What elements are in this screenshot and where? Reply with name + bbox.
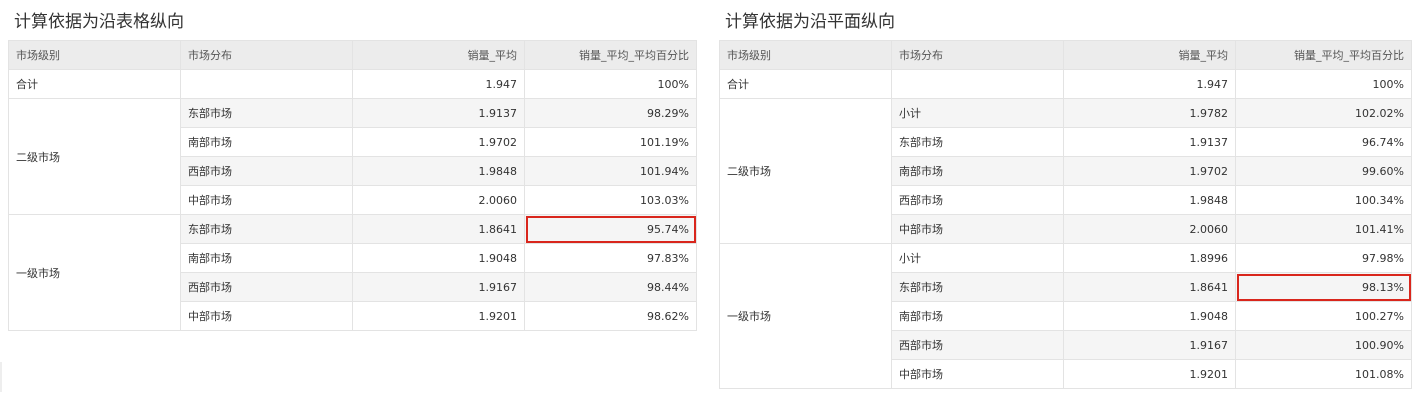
table-row-total: 合计 1.947 100% [8, 69, 697, 99]
cell-market-distribution: 东部市场 [891, 272, 1064, 302]
table-row: 二级市场 东部市场 1.9137 98.29% [8, 98, 697, 215]
cell-market-distribution: 东部市场 [180, 214, 353, 244]
cell-percent: 101.08% [1235, 359, 1412, 389]
header-market-distribution[interactable]: 市场分布 [891, 40, 1064, 70]
cell-total-distribution [180, 69, 353, 99]
cell-market-distribution: 中部市场 [180, 301, 353, 331]
cell-market-distribution: 中部市场 [891, 359, 1064, 389]
cell-percent: 99.60% [1235, 156, 1412, 186]
table-header-row: 市场级别 市场分布 销量_平均 销量_平均_平均百分比 [719, 40, 1412, 70]
cell-market-distribution: 中部市场 [891, 214, 1064, 244]
cell-total-percent: 100% [1235, 69, 1412, 99]
cell-market-level: 一级市场 [719, 243, 892, 389]
header-sales-average[interactable]: 销量_平均 [352, 40, 525, 70]
cell-sales-average: 1.8641 [1063, 272, 1236, 302]
panel-title-left: 计算依据为沿表格纵向 [14, 12, 184, 32]
cell-market-distribution: 南部市场 [891, 301, 1064, 331]
cell-sales-average: 1.9201 [352, 301, 525, 331]
cell-market-distribution: 中部市场 [180, 185, 353, 215]
cell-sales-average: 1.9048 [1063, 301, 1236, 331]
cell-percent: 101.94% [524, 156, 697, 186]
cell-percent: 98.62% [524, 301, 697, 331]
cell-market-distribution: 西部市场 [891, 185, 1064, 215]
cell-sales-average: 1.9167 [352, 272, 525, 302]
header-market-level[interactable]: 市场级别 [8, 40, 181, 70]
cell-percent: 101.19% [524, 127, 697, 157]
cell-total-percent: 100% [524, 69, 697, 99]
header-market-distribution[interactable]: 市场分布 [180, 40, 353, 70]
cell-sales-average: 1.8641 [352, 214, 525, 244]
panel-along-plane: 计算依据为沿平面纵向 市场级别 市场分布 销量_平均 销量_平均_平均百分比 合… [719, 0, 1412, 389]
cell-market-distribution: 西部市场 [891, 330, 1064, 360]
cell-sales-average: 1.8996 [1063, 243, 1236, 273]
cell-market-level: 二级市场 [8, 98, 181, 215]
panel-title-right: 计算依据为沿平面纵向 [725, 12, 895, 32]
cell-percent: 101.41% [1235, 214, 1412, 244]
cell-percent: 97.83% [524, 243, 697, 273]
header-sales-average-percent[interactable]: 销量_平均_平均百分比 [524, 40, 697, 70]
cell-percent-highlighted: 95.74% [524, 214, 697, 244]
cell-sales-average: 1.9167 [1063, 330, 1236, 360]
cell-market-distribution: 南部市场 [891, 156, 1064, 186]
cell-sales-average: 1.9137 [1063, 127, 1236, 157]
cell-percent: 98.44% [524, 272, 697, 302]
cell-total-distribution [891, 69, 1064, 99]
cell-market-distribution: 南部市场 [180, 243, 353, 273]
header-sales-average[interactable]: 销量_平均 [1063, 40, 1236, 70]
cell-market-distribution: 西部市场 [180, 272, 353, 302]
cell-total-label: 合计 [8, 69, 181, 99]
cell-market-distribution: 东部市场 [180, 98, 353, 128]
header-market-level[interactable]: 市场级别 [719, 40, 892, 70]
pivot-table-left: 市场级别 市场分布 销量_平均 销量_平均_平均百分比 合计 1.947 100% 二… [8, 40, 697, 331]
cell-sales-average: 1.9702 [1063, 156, 1236, 186]
cell-sales-average: 1.9848 [1063, 185, 1236, 215]
table-header-row: 市场级别 市场分布 销量_平均 销量_平均_平均百分比 [8, 40, 697, 70]
cell-percent: 96.74% [1235, 127, 1412, 157]
cell-percent: 100.27% [1235, 301, 1412, 331]
cell-market-level: 二级市场 [719, 98, 892, 244]
cell-sales-average: 1.9702 [352, 127, 525, 157]
cell-market-distribution: 西部市场 [180, 156, 353, 186]
cell-sales-average: 2.0060 [1063, 214, 1236, 244]
cell-sales-average: 1.9201 [1063, 359, 1236, 389]
cell-sales-average: 1.9782 [1063, 98, 1236, 128]
cell-total-value: 1.947 [352, 69, 525, 99]
header-sales-average-percent[interactable]: 销量_平均_平均百分比 [1235, 40, 1412, 70]
cell-market-distribution: 小计 [891, 243, 1064, 273]
panel-along-table: 计算依据为沿表格纵向 市场级别 市场分布 销量_平均 销量_平均_平均百分比 合… [8, 0, 697, 331]
cell-percent: 103.03% [524, 185, 697, 215]
cell-sales-average: 1.9848 [352, 156, 525, 186]
table-row: 二级市场 小计 1.9782 102.02% [719, 98, 1412, 244]
cell-percent: 100.34% [1235, 185, 1412, 215]
cell-percent: 102.02% [1235, 98, 1412, 128]
pivot-table-right: 市场级别 市场分布 销量_平均 销量_平均_平均百分比 合计 1.947 100% 二… [719, 40, 1412, 389]
table-row: 一级市场 东部市场 1.8641 95.74% [8, 214, 697, 331]
cell-percent-highlighted: 98.13% [1235, 272, 1412, 302]
cell-market-distribution: 东部市场 [891, 127, 1064, 157]
cell-market-level: 一级市场 [8, 214, 181, 331]
scroll-edge-marker [0, 362, 2, 392]
cell-sales-average: 1.9137 [352, 98, 525, 128]
cell-market-distribution: 小计 [891, 98, 1064, 128]
cell-percent: 98.29% [524, 98, 697, 128]
table-row: 一级市场 小计 1.8996 97.98% [719, 243, 1412, 389]
cell-total-value: 1.947 [1063, 69, 1236, 99]
cell-sales-average: 2.0060 [352, 185, 525, 215]
table-row-total: 合计 1.947 100% [719, 69, 1412, 99]
cell-sales-average: 1.9048 [352, 243, 525, 273]
cell-total-label: 合计 [719, 69, 892, 99]
cell-percent: 97.98% [1235, 243, 1412, 273]
cell-percent: 100.90% [1235, 330, 1412, 360]
cell-market-distribution: 南部市场 [180, 127, 353, 157]
